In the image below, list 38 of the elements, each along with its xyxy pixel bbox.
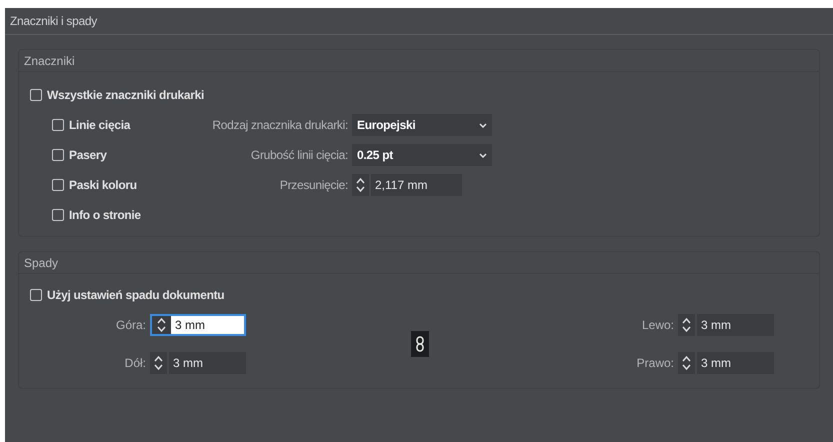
checkbox-label: Wszystkie znaczniki drukarki (47, 87, 204, 104)
checkbox-label: Info o stronie (69, 207, 141, 224)
dropdown[interactable]: Europejski (352, 114, 492, 136)
field-label: Grubość linii cięcia: (250, 147, 349, 164)
checkbox-label: Linie cięcia (69, 117, 130, 134)
field-label: Prawo: (636, 355, 675, 372)
field-label: Dół: (124, 355, 147, 372)
spinner-field[interactable]: 2,117 mm (352, 174, 462, 196)
field-label: Rodzaj znacznika drukarki: (211, 117, 349, 134)
field-label: Lewo: (640, 317, 675, 334)
panel-title: Znaczniki i spady (10, 13, 97, 30)
chain-link-icon (416, 336, 424, 352)
stepper-icon (682, 317, 691, 333)
checkbox[interactable] (52, 179, 64, 191)
checkbox[interactable] (52, 149, 64, 161)
stepper-icon (157, 317, 166, 333)
section-title: Spady (24, 254, 58, 272)
checkbox[interactable] (30, 289, 42, 301)
section-title: Znaczniki (24, 52, 75, 70)
spinner-field[interactable]: 3 mm (150, 314, 246, 336)
field-label: Góra: (114, 317, 147, 334)
chevron-down-icon (479, 122, 487, 128)
checkbox[interactable] (52, 209, 64, 221)
stepper-icon (154, 355, 163, 371)
checkbox-label: Pasery (69, 147, 107, 164)
spinner-field[interactable]: 3 mm (150, 352, 246, 374)
spinner-field[interactable]: 3 mm (678, 314, 774, 336)
link-button[interactable] (411, 331, 429, 357)
dropdown[interactable]: 0.25 pt (352, 144, 492, 166)
chevron-down-icon (479, 152, 487, 158)
checkbox-label: Paski koloru (69, 177, 137, 194)
spinner-field[interactable]: 3 mm (678, 352, 774, 374)
stepper-icon (682, 355, 691, 371)
stepper-icon (356, 177, 365, 193)
field-label: Przesunięcie: (278, 177, 349, 194)
checkbox[interactable] (30, 89, 42, 101)
checkbox[interactable] (52, 119, 64, 131)
checkbox-label: Użyj ustawień spadu dokumentu (47, 287, 224, 304)
